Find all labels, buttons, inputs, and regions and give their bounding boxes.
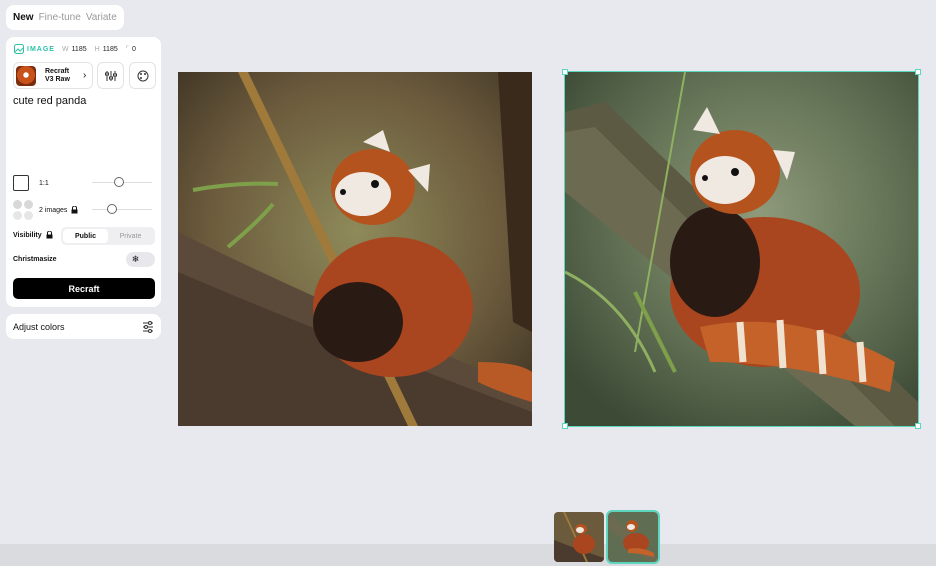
- image-count-slider-knob[interactable]: [107, 204, 117, 214]
- height-value[interactable]: 1185: [103, 46, 118, 53]
- tab-new[interactable]: New: [13, 12, 34, 23]
- model-thumbnail: [16, 65, 36, 86]
- model-name-line2: V3 Raw: [45, 75, 70, 83]
- aspect-ratio-icon: [13, 175, 29, 191]
- visibility-row: Visibility: [13, 231, 53, 239]
- tab-fine-tune[interactable]: Fine-tune: [39, 12, 81, 23]
- christmasize-label: Christmasize: [13, 256, 57, 263]
- selection-handle-br[interactable]: [915, 423, 921, 429]
- style-button[interactable]: [129, 62, 156, 89]
- sliders-icon: [104, 70, 117, 81]
- image-icon: [14, 44, 24, 54]
- snowflake-icon: ❄: [131, 254, 140, 264]
- recraft-button[interactable]: Recraft: [13, 278, 155, 299]
- aspect-ratio-row[interactable]: 1:1: [13, 175, 49, 191]
- selection-handle-tr[interactable]: [915, 69, 921, 75]
- visibility-label: Visibility: [13, 231, 42, 239]
- visibility-lock-icon: [46, 231, 53, 239]
- visibility-toggle: Public Private: [61, 227, 155, 245]
- model-selector-button[interactable]: Recraft V3 Raw ›: [13, 62, 93, 89]
- height-label: H: [94, 45, 100, 53]
- chevron-right-icon: ›: [83, 70, 87, 81]
- adjust-colors-button[interactable]: Adjust colors: [6, 314, 161, 339]
- visibility-public[interactable]: Public: [63, 229, 108, 243]
- generated-image-1[interactable]: [178, 72, 532, 426]
- selection-handle-bl[interactable]: [562, 423, 568, 429]
- model-name: Recraft V3 Raw: [45, 68, 75, 84]
- selection-handle-tl[interactable]: [562, 69, 568, 75]
- bottom-strip: [0, 544, 936, 566]
- thumbnail-1[interactable]: [554, 512, 604, 562]
- image-meta: IMAGE W 1185 H 1185 ⌜ 0: [14, 44, 141, 54]
- width-label: W: [61, 45, 69, 53]
- corner-radius-value[interactable]: 0: [132, 46, 136, 53]
- aspect-ratio-value: 1:1: [39, 179, 49, 187]
- prompt-input[interactable]: cute red panda: [13, 95, 86, 107]
- image-count-slider[interactable]: [92, 204, 152, 214]
- aspect-ratio-slider[interactable]: [92, 177, 152, 187]
- adjust-sliders-icon: [143, 320, 153, 333]
- corner-radius-icon: ⌜: [125, 46, 130, 53]
- generation-panel: IMAGE W 1185 H 1185 ⌜ 0 Recraft V3 Raw ›…: [6, 37, 161, 307]
- image-count-row[interactable]: 2 images: [13, 200, 78, 220]
- tab-variate[interactable]: Variate: [86, 12, 117, 23]
- thumbnail-2[interactable]: [606, 510, 660, 564]
- christmasize-toggle[interactable]: ❄: [126, 252, 155, 267]
- palette-icon: [137, 70, 148, 81]
- generated-image-2[interactable]: [564, 71, 919, 427]
- image-count-value: 2 images: [39, 206, 68, 214]
- mode-tabs: New Fine-tune Variate: [6, 5, 124, 30]
- image-type-label: IMAGE: [27, 45, 55, 53]
- width-value[interactable]: 1185: [72, 46, 87, 53]
- adjust-colors-label: Adjust colors: [13, 321, 65, 332]
- image-count-icon: [13, 200, 33, 220]
- aspect-ratio-slider-knob[interactable]: [114, 177, 124, 187]
- model-name-line1: Recraft: [45, 67, 70, 75]
- visibility-private[interactable]: Private: [108, 229, 153, 243]
- lock-icon: [71, 206, 78, 214]
- settings-button[interactable]: [97, 62, 124, 89]
